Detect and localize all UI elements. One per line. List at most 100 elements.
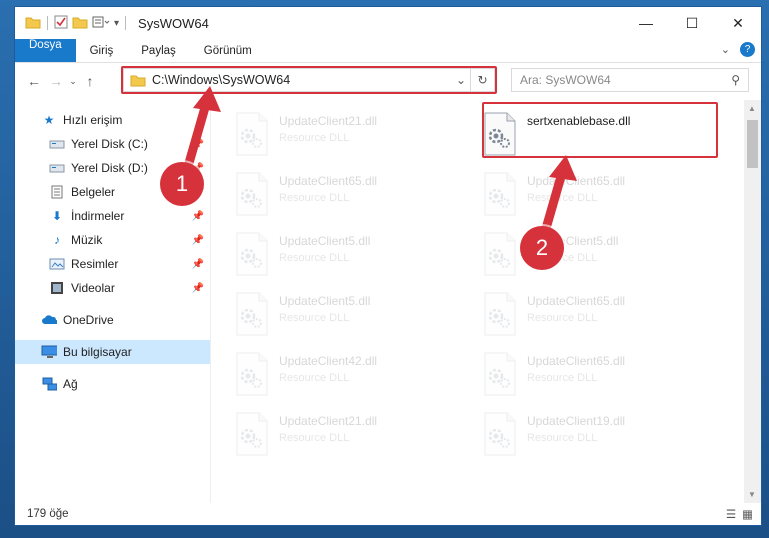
file-type: Resource DLL <box>527 312 598 324</box>
file-item[interactable]: UpdateClient65.dll Resource DLL <box>483 166 731 226</box>
file-item[interactable]: UpdateClient21.dll Resource DLL <box>235 406 483 466</box>
file-text: UpdateClient19.dll Resource DLL <box>527 412 625 444</box>
address-highlight-box <box>121 66 497 94</box>
sidebar-item-label: Videolar <box>71 281 115 295</box>
maximize-button[interactable]: ☐ <box>669 7 715 39</box>
minimize-button[interactable]: — <box>623 7 669 39</box>
download-icon: ⬇ <box>51 209 63 223</box>
dll-file-icon <box>483 292 517 336</box>
callout-two: 2 <box>520 226 564 270</box>
close-button[interactable]: ✕ <box>715 7 761 39</box>
pin-icon[interactable]: 📌 <box>192 235 204 246</box>
file-name: UpdateClient5.dll <box>279 294 371 308</box>
scroll-up-icon[interactable]: ▲ <box>748 104 756 113</box>
up-arrow-icon[interactable]: ↑ <box>79 73 101 89</box>
search-placeholder: Ara: SysWOW64 <box>520 73 611 87</box>
drive-icon <box>49 160 65 176</box>
title-bar: ▾ SysWOW64 — ☐ ✕ <box>15 7 761 39</box>
file-item[interactable]: UpdateClient19.dll Resource DLL <box>483 406 731 466</box>
dll-file-icon <box>483 352 517 396</box>
file-text: UpdateClient65.dll Resource DLL <box>527 172 625 204</box>
sidebar-item-music[interactable]: ♪ Müzik 📌 <box>15 228 210 252</box>
file-name: UpdateClient21.dll <box>279 414 378 428</box>
navigation-pane: ★ Hızlı erişim Yerel Disk (C:) 📌 Yerel D… <box>15 100 211 503</box>
dll-file-icon <box>235 412 269 456</box>
sidebar-item-network[interactable]: Ağ <box>15 372 210 396</box>
file-text: UpdateClient21.dll Resource DLL <box>279 412 377 444</box>
file-name: UpdateClient19.dll <box>527 414 626 428</box>
file-item[interactable]: UpdateClient21.dll Resource DLL <box>235 106 483 166</box>
sidebar-item-label: Belgeler <box>71 185 116 199</box>
videos-icon <box>49 280 65 296</box>
file-text: UpdateClient5.dll Resource DLL <box>279 232 370 264</box>
large-icons-view-icon[interactable]: ▦ <box>742 507 753 521</box>
pin-icon[interactable]: 📌 <box>192 283 204 294</box>
tab-view[interactable]: Görünüm <box>190 39 266 62</box>
recent-locations-icon[interactable]: ⌄ <box>67 76 79 87</box>
forward-arrow-icon[interactable]: → <box>45 73 67 89</box>
sidebar-item-quick-access[interactable]: ★ Hızlı erişim <box>15 108 210 132</box>
vertical-scrollbar[interactable]: ▲ ▼ <box>744 100 761 503</box>
sidebar-item-videos[interactable]: Videolar 📌 <box>15 276 210 300</box>
sidebar-item-label: Bu bilgisayar <box>63 345 132 359</box>
file-item[interactable]: UpdateClient65.dll Resource DLL <box>483 346 731 406</box>
dll-file-icon <box>235 172 269 216</box>
explorer-window: ▾ SysWOW64 — ☐ ✕ Dosya Giriş Paylaş Görü… <box>14 6 762 526</box>
item-count: 179 öğe <box>27 508 69 520</box>
pin-icon[interactable]: 📌 <box>192 139 204 150</box>
file-name: UpdateClient5.dll <box>279 234 371 248</box>
sidebar-item-drive-c[interactable]: Yerel Disk (C:) 📌 <box>15 132 210 156</box>
callout-one: 1 <box>160 162 204 206</box>
dll-file-icon <box>483 412 517 456</box>
sidebar-item-label: Müzik <box>71 233 103 247</box>
tab-file[interactable]: Dosya <box>15 39 76 62</box>
file-item[interactable]: UpdateClient65.dll Resource DLL <box>483 286 731 346</box>
new-folder-icon[interactable] <box>72 15 88 32</box>
expand-ribbon-icon[interactable]: ⌄ <box>721 43 730 56</box>
status-bar: 179 öğe ☰ ▦ <box>15 503 761 525</box>
sidebar-item-this-pc[interactable]: Bu bilgisayar <box>15 340 210 364</box>
file-type: Resource DLL <box>527 192 598 204</box>
file-name: UpdateClient65.dll <box>279 174 378 188</box>
file-item[interactable]: UpdateClient5.dll Resource DLL <box>483 226 731 286</box>
customize-toolbar-icon[interactable]: ▾ <box>114 18 119 29</box>
search-icon[interactable]: ⚲ <box>731 73 740 87</box>
pin-icon[interactable]: 📌 <box>192 259 204 270</box>
toolbar-divider <box>47 16 48 30</box>
file-type: Resource DLL <box>279 192 350 204</box>
file-name: UpdateClient42.dll <box>279 354 378 368</box>
scroll-down-icon[interactable]: ▼ <box>748 490 756 499</box>
file-item[interactable]: UpdateClient42.dll Resource DLL <box>235 346 483 406</box>
sidebar-item-onedrive[interactable]: OneDrive <box>15 308 210 332</box>
properties-icon[interactable] <box>54 15 68 32</box>
dll-file-icon <box>235 352 269 396</box>
tab-home[interactable]: Giriş <box>76 39 128 62</box>
sidebar-item-pictures[interactable]: Resimler 📌 <box>15 252 210 276</box>
file-item[interactable]: UpdateClient5.dll Resource DLL <box>235 226 483 286</box>
window-title: SysWOW64 <box>138 15 209 31</box>
address-row: ← → ⌄ ↑ C:\Windows\SysWOW64 ⌄ ↻ Ara: Sys… <box>15 63 761 99</box>
sidebar-item-downloads[interactable]: ⬇ İndirmeler 📌 <box>15 204 210 228</box>
pin-icon[interactable]: 📌 <box>192 211 204 222</box>
file-item[interactable]: UpdateClient5.dll Resource DLL <box>235 286 483 346</box>
ribbon-right-controls: ⌄ ? <box>721 42 755 57</box>
help-icon[interactable]: ? <box>740 42 755 57</box>
file-text: UpdateClient65.dll Resource DLL <box>527 292 625 324</box>
quick-access-toolbar: ▾ <box>15 15 128 32</box>
file-name: UpdateClient65.dll <box>527 354 626 368</box>
documents-icon <box>49 184 65 200</box>
sidebar-item-label: İndirmeler <box>71 209 125 223</box>
back-arrow-icon[interactable]: ← <box>23 73 45 89</box>
sidebar-item-label: Resimler <box>71 257 119 271</box>
file-name: UpdateClient21.dll <box>279 114 378 128</box>
search-input[interactable]: Ara: SysWOW64 ⚲ <box>511 68 749 92</box>
tab-share[interactable]: Paylaş <box>127 39 190 62</box>
sidebar-item-label: Hızlı erişim <box>63 113 123 127</box>
file-type: Resource DLL <box>279 132 350 144</box>
file-item[interactable]: UpdateClient65.dll Resource DLL <box>235 166 483 226</box>
scrollbar-thumb[interactable] <box>747 120 758 168</box>
details-view-icon[interactable]: ☰ <box>726 507 736 521</box>
file-text: UpdateClient42.dll Resource DLL <box>279 352 377 384</box>
file-name: UpdateClient65.dll <box>527 294 626 308</box>
view-options-icon[interactable] <box>92 15 110 32</box>
